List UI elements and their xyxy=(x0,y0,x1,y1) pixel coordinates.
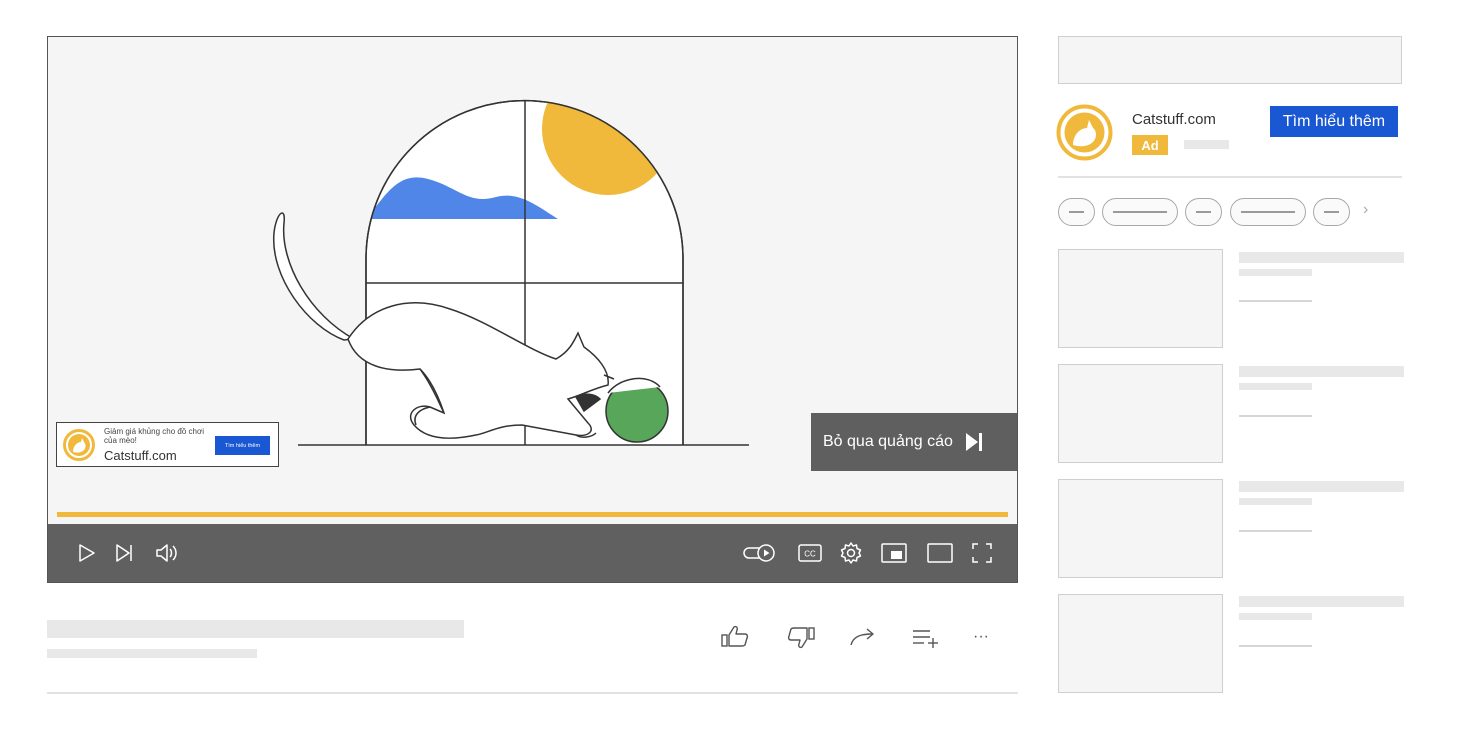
filter-chip[interactable] xyxy=(1185,198,1222,226)
volume-icon xyxy=(156,544,177,562)
ad-meta-placeholder xyxy=(1184,140,1229,149)
overlay-ad-text: Giảm giá khủng cho đồ chơi của mèo! xyxy=(104,427,204,445)
captions-label: CC xyxy=(804,550,816,559)
next-button[interactable] xyxy=(110,539,138,567)
sun-shape xyxy=(542,100,674,195)
filter-chip[interactable] xyxy=(1102,198,1178,226)
related-video-thumbnail[interactable] xyxy=(1058,479,1223,578)
progress-bar[interactable] xyxy=(57,512,1008,517)
dislike-button[interactable] xyxy=(784,622,818,652)
video-player[interactable]: Giảm giá khủng cho đồ chơi của mèo! Cats… xyxy=(47,36,1018,583)
fullscreen-icon xyxy=(972,543,992,563)
progress-fill xyxy=(57,512,1008,517)
skip-ad-label: Bỏ qua quảng cáo xyxy=(823,433,953,450)
related-video-meta-placeholder xyxy=(1239,383,1312,390)
more-icon: ··· xyxy=(973,628,989,645)
learn-more-button[interactable]: Tìm hiểu thêm xyxy=(1270,106,1398,137)
content-divider xyxy=(47,692,1018,694)
dislike-icon xyxy=(787,627,815,649)
related-video-thumbnail[interactable] xyxy=(1058,364,1223,463)
chips-next-icon[interactable]: › xyxy=(1363,201,1368,219)
related-video-line-placeholder xyxy=(1239,645,1312,647)
settings-gear-icon xyxy=(840,542,862,564)
related-video-thumbnail[interactable] xyxy=(1058,594,1223,693)
sidebar-divider xyxy=(1058,176,1402,178)
save-playlist-icon xyxy=(913,630,938,648)
page: Giảm giá khủng cho đồ chơi của mèo! Cats… xyxy=(0,0,1466,736)
share-icon xyxy=(850,628,874,646)
save-button[interactable] xyxy=(908,622,942,652)
filter-chip[interactable] xyxy=(1230,198,1306,226)
catstuff-logo-icon xyxy=(63,429,95,461)
video-meta-placeholder xyxy=(47,649,257,658)
related-video-meta-placeholder xyxy=(1239,613,1312,620)
related-video-title-placeholder xyxy=(1239,366,1404,377)
more-button[interactable]: ··· xyxy=(964,622,998,652)
fullscreen-button[interactable] xyxy=(968,539,996,567)
skip-icon xyxy=(965,433,982,451)
ad-advertiser-site: Catstuff.com xyxy=(1132,111,1216,128)
companion-banner-placeholder xyxy=(1058,36,1402,84)
captions-button[interactable]: CC xyxy=(796,539,824,567)
skip-ad-button[interactable]: Bỏ qua quảng cáo xyxy=(811,413,1017,471)
miniplayer-icon xyxy=(881,543,907,563)
related-video-title-placeholder xyxy=(1239,596,1404,607)
autoplay-toggle[interactable] xyxy=(742,539,778,567)
theater-mode-button[interactable] xyxy=(926,539,954,567)
captions-icon: CC xyxy=(798,544,822,562)
catstuff-logo-icon xyxy=(1056,104,1113,161)
next-icon xyxy=(116,544,132,562)
filter-chip[interactable] xyxy=(1313,198,1350,226)
play-icon xyxy=(79,544,95,562)
autoplay-toggle-icon xyxy=(743,544,775,562)
player-controls: CC xyxy=(48,524,1017,582)
related-video-line-placeholder xyxy=(1239,415,1312,417)
overlay-ad-banner[interactable]: Giảm giá khủng cho đồ chơi của mèo! Cats… xyxy=(56,422,279,467)
settings-button[interactable] xyxy=(837,539,865,567)
like-button[interactable] xyxy=(718,622,752,652)
overlay-learn-more-button[interactable]: Tìm hiểu thêm xyxy=(215,436,270,455)
share-button[interactable] xyxy=(846,622,880,652)
related-video-line-placeholder xyxy=(1239,530,1312,532)
miniplayer-button[interactable] xyxy=(880,539,908,567)
like-icon xyxy=(721,625,749,647)
related-video-meta-placeholder xyxy=(1239,269,1312,276)
play-button[interactable] xyxy=(72,539,100,567)
related-video-meta-placeholder xyxy=(1239,498,1312,505)
related-video-thumbnail[interactable] xyxy=(1058,249,1223,348)
overlay-ad-site: Catstuff.com xyxy=(104,448,177,463)
filter-chip[interactable] xyxy=(1058,198,1095,226)
volume-button[interactable] xyxy=(152,539,180,567)
video-title-placeholder xyxy=(47,620,464,638)
related-video-line-placeholder xyxy=(1239,300,1312,302)
ad-badge: Ad xyxy=(1132,135,1168,155)
related-video-title-placeholder xyxy=(1239,252,1404,263)
related-video-title-placeholder xyxy=(1239,481,1404,492)
theater-mode-icon xyxy=(927,543,953,563)
